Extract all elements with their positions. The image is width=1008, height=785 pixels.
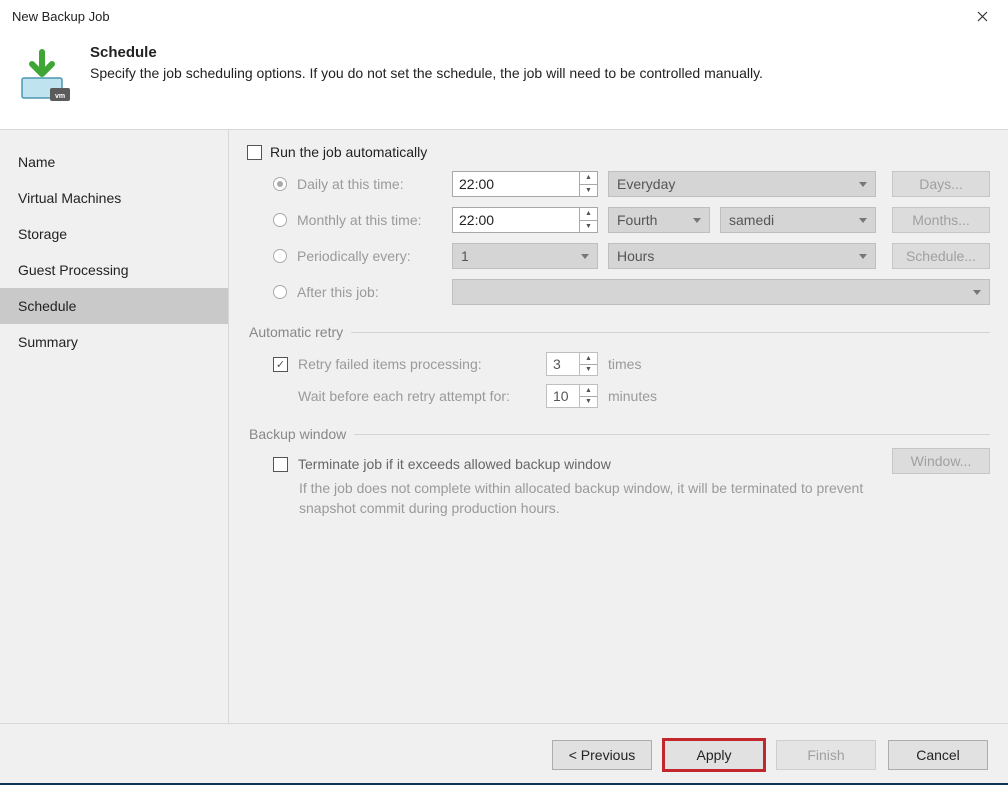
schedule-button[interactable]: Schedule... <box>892 243 990 269</box>
after-radio[interactable] <box>273 285 287 299</box>
sidebar-item-schedule[interactable]: Schedule <box>0 288 228 324</box>
automatic-retry-group: Automatic retry Retry failed items proce… <box>247 324 990 412</box>
days-button[interactable]: Days... <box>892 171 990 197</box>
previous-button[interactable]: < Previous <box>552 740 652 770</box>
wizard-footer: < Previous Apply Finish Cancel <box>0 723 1008 785</box>
minutes-label: minutes <box>608 388 657 404</box>
monthly-label: Monthly at this time: <box>297 212 442 228</box>
cancel-button[interactable]: Cancel <box>888 740 988 770</box>
daily-radio[interactable] <box>273 177 287 191</box>
main-panel: Run the job automatically Daily at this … <box>229 130 1008 723</box>
terminate-checkbox[interactable] <box>273 457 288 472</box>
daily-label: Daily at this time: <box>297 176 442 192</box>
after-label: After this job: <box>297 284 442 300</box>
sidebar-item-name[interactable]: Name <box>0 144 228 180</box>
spinner-icon[interactable]: ▲▼ <box>579 385 597 407</box>
sidebar-item-summary[interactable]: Summary <box>0 324 228 360</box>
daily-time-input[interactable]: 22:00 ▲▼ <box>452 171 598 197</box>
apply-button[interactable]: Apply <box>664 740 764 770</box>
spinner-icon[interactable]: ▲▼ <box>579 172 597 196</box>
wait-value-input[interactable]: 10 ▲▼ <box>546 384 598 408</box>
retry-checkbox[interactable] <box>273 357 288 372</box>
backup-window-legend: Backup window <box>247 426 354 442</box>
spinner-icon[interactable]: ▲▼ <box>579 208 597 232</box>
daily-recurrence-dropdown[interactable]: Everyday <box>608 171 876 197</box>
after-job-dropdown[interactable] <box>452 279 990 305</box>
wizard-header: vm Schedule Specify the job scheduling o… <box>0 34 1008 129</box>
backup-window-note: If the job does not complete within allo… <box>299 478 990 519</box>
run-auto-checkbox[interactable] <box>247 145 262 160</box>
page-title: Schedule <box>90 44 763 61</box>
titlebar: New Backup Job <box>0 0 1008 34</box>
sidebar-item-virtual-machines[interactable]: Virtual Machines <box>0 180 228 216</box>
spinner-icon[interactable]: ▲▼ <box>579 353 597 375</box>
terminate-label: Terminate job if it exceeds allowed back… <box>298 456 611 472</box>
finish-button: Finish <box>776 740 876 770</box>
window-title: New Backup Job <box>12 9 110 24</box>
backup-window-group: Backup window Terminate job if it exceed… <box>247 426 990 519</box>
run-auto-label: Run the job automatically <box>270 144 427 160</box>
times-label: times <box>608 356 641 372</box>
periodically-unit-dropdown[interactable]: Hours <box>608 243 876 269</box>
wait-label: Wait before each retry attempt for: <box>298 388 536 404</box>
close-button[interactable] <box>962 3 1002 31</box>
periodically-value-dropdown[interactable]: 1 <box>452 243 598 269</box>
months-button[interactable]: Months... <box>892 207 990 233</box>
wizard-sidebar: Name Virtual Machines Storage Guest Proc… <box>0 130 229 723</box>
sidebar-item-storage[interactable]: Storage <box>0 216 228 252</box>
monthly-time-input[interactable]: 22:00 ▲▼ <box>452 207 598 233</box>
window-button[interactable]: Window... <box>892 448 990 474</box>
close-icon <box>977 11 988 22</box>
sidebar-item-guest-processing[interactable]: Guest Processing <box>0 252 228 288</box>
schedule-icon: vm <box>20 48 74 102</box>
periodically-radio[interactable] <box>273 249 287 263</box>
monthly-ordinal-dropdown[interactable]: Fourth <box>608 207 710 233</box>
retry-label: Retry failed items processing: <box>298 356 536 372</box>
monthly-weekday-dropdown[interactable]: samedi <box>720 207 876 233</box>
monthly-radio[interactable] <box>273 213 287 227</box>
periodically-label: Periodically every: <box>297 248 442 264</box>
automatic-retry-legend: Automatic retry <box>247 324 351 340</box>
retry-count-input[interactable]: 3 ▲▼ <box>546 352 598 376</box>
svg-text:vm: vm <box>55 93 65 100</box>
page-subtitle: Specify the job scheduling options. If y… <box>90 65 763 81</box>
